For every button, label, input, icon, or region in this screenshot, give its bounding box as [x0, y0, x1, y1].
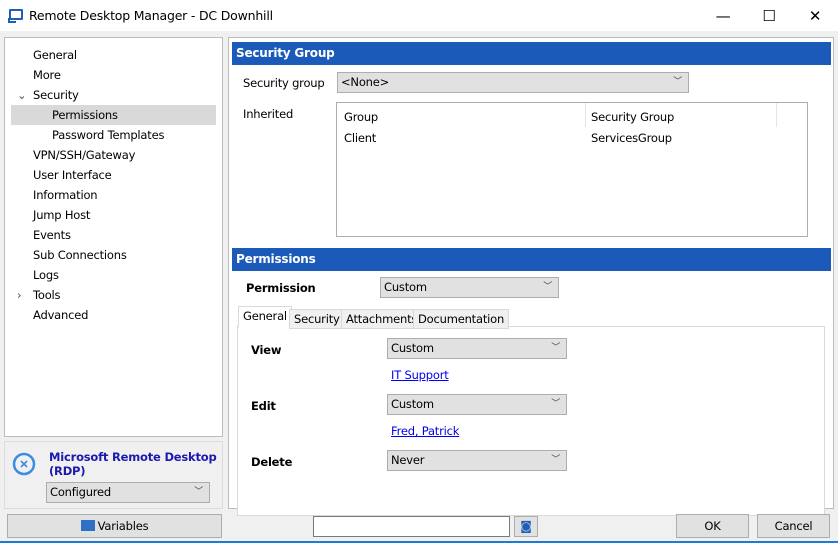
main-panel: Security Group Security group <None> ﹀ In… [228, 37, 834, 516]
column-divider [585, 103, 586, 127]
variables-button[interactable]: Variables [7, 514, 222, 538]
tree-item-label: Password Templates [52, 128, 165, 142]
rdp-icon [12, 452, 36, 476]
tree-item-label: Permissions [52, 108, 118, 122]
app-icon [8, 9, 23, 23]
tab-security[interactable]: Security [289, 309, 345, 329]
security-group-value: <None> [341, 75, 390, 89]
tab-attachments[interactable]: Attachments [341, 309, 423, 329]
permissions-header: Permissions [232, 248, 831, 271]
delete-label: Delete [251, 455, 293, 469]
security-group-dropdown[interactable]: <None> ﹀ [337, 72, 689, 93]
tree-item-label: More [33, 68, 61, 82]
chevron-down-icon: ﹀ [543, 282, 552, 292]
permission-label: Permission [246, 281, 316, 295]
tree-item-label: Sub Connections [33, 248, 127, 262]
tree-item-jump-host[interactable]: Jump Host [5, 205, 220, 225]
column-header-group[interactable]: Group [344, 110, 378, 124]
connection-status-dropdown[interactable]: Configured ﹀ [46, 482, 210, 503]
variables-label: Variables [97, 519, 149, 533]
connection-type-panel: Microsoft Remote Desktop (RDP) Configure… [4, 441, 223, 509]
column-divider [776, 103, 777, 127]
delete-value: Never [391, 453, 425, 467]
chevron-down-icon: ﹀ [551, 399, 560, 409]
edit-value: Custom [391, 397, 434, 411]
tree-item-information[interactable]: Information [5, 185, 220, 205]
tree-item-more[interactable]: More [5, 65, 220, 85]
grid-icon [80, 520, 95, 531]
tree-item-events[interactable]: Events [5, 225, 220, 245]
chevron-right-icon[interactable]: › [17, 285, 22, 305]
cell-group[interactable]: Client [344, 131, 376, 145]
close-button[interactable]: ✕ [792, 0, 838, 31]
tree-item-label: Tools [33, 288, 61, 302]
tree-item-label: General [33, 48, 77, 62]
cell-security-group[interactable]: ServicesGroup [591, 131, 672, 145]
tree-item-label: Information [33, 188, 98, 202]
permission-dropdown[interactable]: Custom ﹀ [380, 277, 559, 298]
view-users-link[interactable]: IT Support [391, 368, 449, 382]
tree-item-user-interface[interactable]: User Interface [5, 165, 220, 185]
tree-item-label: Jump Host [33, 208, 91, 222]
tree-item-label: Security [33, 88, 79, 102]
connection-type-name: Microsoft Remote Desktop (RDP) [49, 450, 217, 478]
tree-item-label: Advanced [33, 308, 89, 322]
tree-item-advanced[interactable]: Advanced [5, 305, 220, 325]
tree-item-label: VPN/SSH/Gateway [33, 148, 136, 162]
tree-item-vpn-ssh-gateway[interactable]: VPN/SSH/Gateway [5, 145, 220, 165]
tree-item-label: User Interface [33, 168, 112, 182]
minimize-button[interactable]: — [700, 0, 746, 31]
tree-item-general[interactable]: General [5, 45, 220, 65]
edit-label: Edit [251, 399, 276, 413]
column-header-security-group[interactable]: Security Group [591, 110, 674, 124]
search-input[interactable] [313, 516, 510, 537]
security-group-label: Security group [243, 76, 325, 90]
edit-users-link[interactable]: Fred, Patrick [391, 424, 459, 438]
edit-dropdown[interactable]: Custom ﹀ [387, 394, 567, 415]
tree-item-tools[interactable]: › Tools [5, 285, 220, 305]
connection-status-value: Configured [50, 485, 112, 499]
view-dropdown[interactable]: Custom ﹀ [387, 338, 567, 359]
view-value: Custom [391, 341, 434, 355]
tree-item-permissions[interactable]: Permissions [11, 105, 216, 125]
binoculars-icon: ◙ [520, 519, 532, 533]
delete-dropdown[interactable]: Never ﹀ [387, 450, 567, 471]
settings-tree: General More ⌄ Security Permissions Password … [4, 37, 223, 437]
chevron-down-icon: ﹀ [551, 455, 560, 465]
inherited-label: Inherited [243, 107, 294, 121]
chevron-down-icon: ﹀ [673, 77, 682, 87]
tree-item-label: Events [33, 228, 71, 242]
tree-item-sub-connections[interactable]: Sub Connections [5, 245, 220, 265]
permission-value: Custom [384, 280, 427, 294]
tree-item-security[interactable]: ⌄ Security [5, 85, 220, 105]
chevron-down-icon: ﹀ [551, 343, 560, 353]
tree-item-label: Logs [33, 268, 59, 282]
chevron-down-icon: ﹀ [194, 487, 203, 497]
inherited-list[interactable]: Group Security Group Client ServicesGrou… [336, 102, 808, 237]
tab-general[interactable]: General [238, 306, 292, 328]
ok-button[interactable]: OK [676, 514, 749, 538]
tree-item-logs[interactable]: Logs [5, 265, 220, 285]
security-group-header: Security Group [232, 42, 831, 65]
view-label: View [251, 343, 282, 357]
window-title: Remote Desktop Manager - DC Downhill [29, 8, 273, 23]
maximize-button[interactable]: ☐ [746, 0, 792, 31]
chevron-down-icon[interactable]: ⌄ [17, 85, 27, 105]
tree-item-password-templates[interactable]: Password Templates [5, 125, 220, 145]
tab-documentation[interactable]: Documentation [413, 309, 510, 329]
find-button[interactable]: ◙ [514, 516, 538, 537]
cancel-button[interactable]: Cancel [757, 514, 830, 538]
